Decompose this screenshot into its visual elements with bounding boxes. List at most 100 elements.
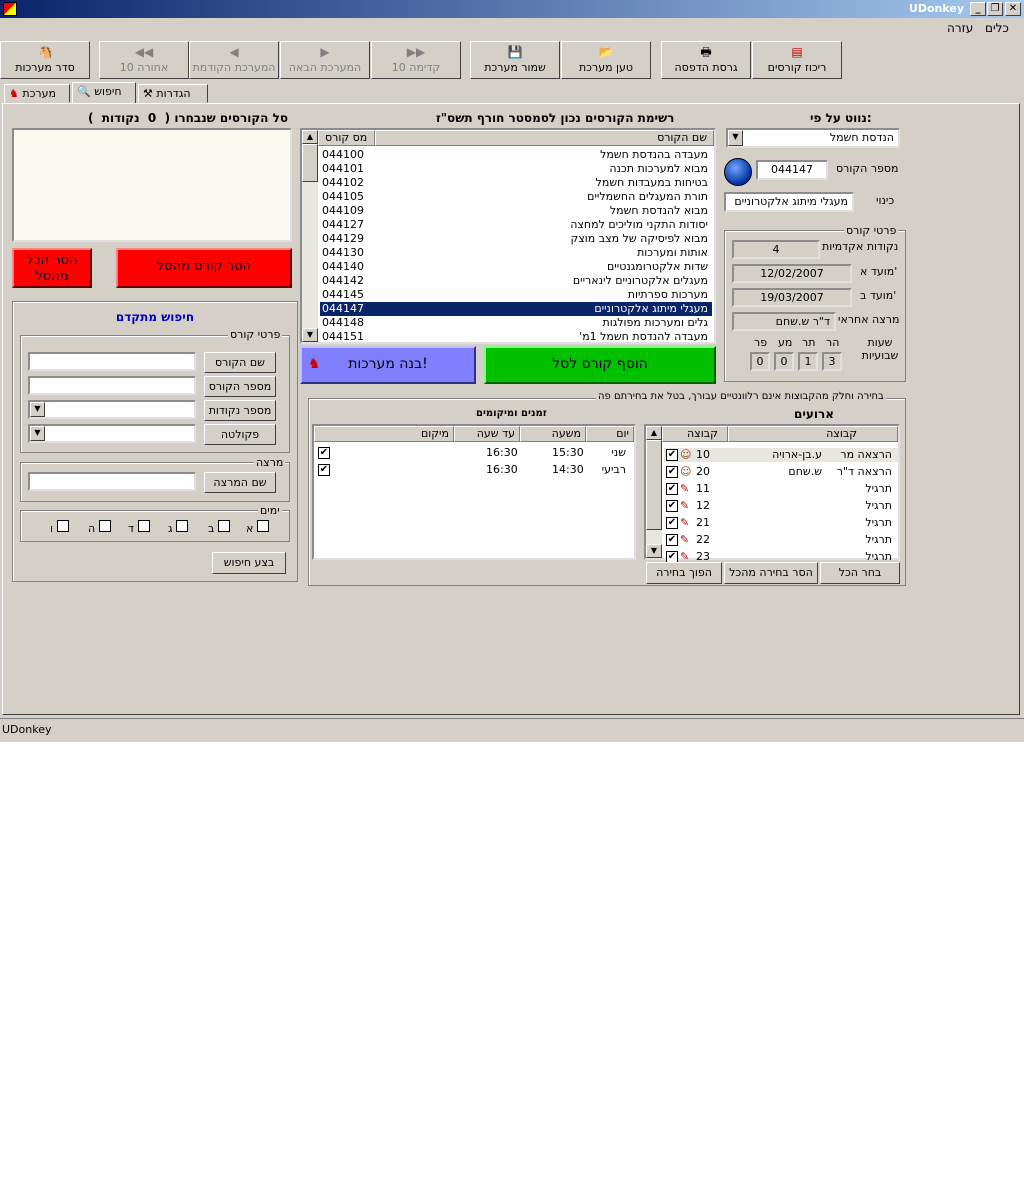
build-schedules-button[interactable]: 🐴 סדר מערכות: [0, 41, 90, 79]
group-checkbox[interactable]: ✔: [666, 483, 678, 495]
course-row[interactable]: 044130 אותות ומערכות: [320, 246, 712, 260]
time-row[interactable]: ✔ 16:30 15:30 שני: [316, 446, 632, 460]
close-icon[interactable]: ✕: [1005, 2, 1021, 16]
tab-schedule[interactable]: ♞ מערכת: [4, 84, 70, 103]
time-checkbox[interactable]: ✔: [318, 447, 330, 459]
group-checkbox[interactable]: ✔: [666, 449, 678, 461]
course-row[interactable]: 044140 שדות אלקטרומגנטיים: [320, 260, 712, 274]
groups-scrollbar[interactable]: ▲ ▼: [646, 426, 662, 558]
group-row[interactable]: ✔ ☺ 20 ש.שחם הרצאה ד"ר: [664, 465, 898, 479]
add-to-basket-button[interactable]: הוסף קורס לסל: [484, 346, 716, 384]
menu-tools[interactable]: כלים: [985, 21, 1009, 35]
chevron-down-icon[interactable]: ▼: [30, 402, 45, 417]
course-row[interactable]: 044145 מערכות ספרתיות: [320, 288, 712, 302]
col-from[interactable]: משעה: [520, 426, 586, 442]
scroll-up-icon[interactable]: ▲: [646, 426, 662, 440]
chevron-down-icon[interactable]: ▼: [728, 130, 743, 146]
basket-list[interactable]: [12, 128, 292, 242]
course-nickname-field[interactable]: מעגלי מיתוג אלקטרוניים: [724, 192, 854, 212]
checkbox[interactable]: [256, 520, 269, 532]
print-version-button[interactable]: 🖶 גרסת הדפסה: [661, 41, 751, 79]
save-schedule-button[interactable]: 💾 שמור מערכת: [470, 41, 560, 79]
group-row[interactable]: ✔ ✎ 21 תרגיל: [664, 516, 898, 530]
course-row[interactable]: 044148 גלים ומערכות מפולגות: [320, 316, 712, 330]
course-row[interactable]: 044129 מבוא לפיסיקה של מצב מוצק: [320, 232, 712, 246]
build-schedules-big-button[interactable]: ♞ בנה מערכות!: [300, 346, 476, 384]
restore-icon[interactable]: ❐: [987, 2, 1003, 16]
course-row[interactable]: 044101 מבוא למערכות תכנה: [320, 162, 712, 176]
do-search-button[interactable]: בצע חיפוש: [212, 552, 286, 574]
checkbox[interactable]: [137, 520, 150, 532]
course-row[interactable]: 044127 יסודות התקני מוליכים למחצה: [320, 218, 712, 232]
menu-help[interactable]: עזרה: [947, 21, 973, 35]
faculty-select[interactable]: ▼: [28, 424, 196, 443]
day-checkbox-a[interactable]: א: [246, 520, 269, 535]
course-number-field[interactable]: 044147: [756, 160, 828, 180]
day-checkbox-d[interactable]: ד: [128, 520, 150, 535]
course-list-scrollbar[interactable]: ▲ ▼: [302, 130, 318, 342]
group-row[interactable]: ✔ ✎ 22 תרגיל: [664, 533, 898, 547]
checkbox[interactable]: [217, 520, 230, 532]
group-checkbox[interactable]: ✔: [666, 517, 678, 529]
col-day[interactable]: יום: [586, 426, 634, 442]
lecturer-name-input[interactable]: [28, 472, 196, 491]
col-course-name[interactable]: שם הקורס: [375, 130, 714, 146]
day-checkbox-b[interactable]: ב: [208, 520, 230, 535]
select-all-button[interactable]: בחר הכל: [820, 562, 900, 584]
scroll-down-icon[interactable]: ▼: [646, 544, 662, 558]
points-select[interactable]: ▼: [28, 400, 196, 419]
times-list[interactable]: מיקום עד שעה משעה יום ✔ 16:30 15:30 שני ✔ 16:…: [312, 424, 636, 560]
invert-selection-button[interactable]: הפוך בחירה: [646, 562, 722, 584]
course-name-input[interactable]: [28, 352, 196, 371]
course-summary-button[interactable]: ▤ ריכוז קורסים: [752, 41, 842, 79]
forward-10-button[interactable]: ▶▶ קדימה 10: [371, 41, 461, 79]
course-row[interactable]: 044142 מעגלים אלקטרוניים לינאריים: [320, 274, 712, 288]
tab-search[interactable]: 🔍 חיפוש: [72, 82, 136, 104]
day-checkbox-c[interactable]: ג: [168, 520, 189, 535]
group-checkbox[interactable]: ✔: [666, 466, 678, 478]
load-schedule-button[interactable]: 📂 טען מערכת: [561, 41, 651, 79]
time-row[interactable]: ✔ 16:30 14:30 רביעי: [316, 463, 632, 477]
remove-course-button[interactable]: הסר קורס מהסל: [116, 248, 292, 288]
group-checkbox[interactable]: ✔: [666, 500, 678, 512]
course-number-cell: 044105: [322, 190, 364, 203]
course-row[interactable]: 044151 מעבדה להנדסת חשמל 1מ': [320, 330, 712, 344]
scroll-thumb[interactable]: [302, 144, 318, 182]
col-to[interactable]: עד שעה: [454, 426, 520, 442]
course-number-input[interactable]: [28, 376, 196, 395]
checkbox[interactable]: [176, 520, 189, 532]
group-row[interactable]: ✔ ✎ 12 תרגיל: [664, 499, 898, 513]
day-checkbox-e[interactable]: ה: [88, 520, 111, 535]
scroll-up-icon[interactable]: ▲: [302, 130, 318, 144]
checkbox[interactable]: [98, 520, 111, 532]
group-row[interactable]: ✔ ☺ 10 ע.בן-ארויה הרצאה מר: [664, 448, 898, 462]
col-place[interactable]: מיקום: [314, 426, 454, 442]
course-row[interactable]: 044109 מבוא להנדסת חשמל: [320, 204, 712, 218]
checkbox[interactable]: [56, 520, 69, 532]
scroll-thumb[interactable]: [646, 440, 662, 530]
chevron-down-icon[interactable]: ▼: [30, 426, 45, 441]
group-row[interactable]: ✔ ✎ 11 תרגיל: [664, 482, 898, 496]
groups-list[interactable]: ▲ ▼ קבוצה קבוצה ✔ ☺ 10 ע.בן-ארויה הרצאה מר ✔ ☺…: [644, 424, 900, 563]
course-row[interactable]: 044105 תורת המעגלים החשמליים: [320, 190, 712, 204]
course-list[interactable]: ▲ ▼ מס קורס שם הקורס 044100 מעבדה בהנדסת …: [300, 128, 716, 344]
course-row[interactable]: 044100 מעבדה בהנדסת חשמל: [320, 148, 712, 162]
minimize-icon[interactable]: _: [970, 2, 986, 16]
tab-settings[interactable]: ⚒ הגדרות: [138, 84, 208, 103]
col-group[interactable]: קבוצה: [728, 426, 898, 442]
course-row[interactable]: 044102 בטיחות במעבדות חשמל: [320, 176, 712, 190]
sort-select[interactable]: הנדסת חשמל ▼: [726, 128, 900, 148]
remove-all-button[interactable]: הסר הכל מהסל: [12, 248, 92, 288]
group-checkbox[interactable]: ✔: [666, 534, 678, 546]
next-schedule-button[interactable]: ▶ המערכת הבאה: [280, 41, 370, 79]
day-checkbox-f[interactable]: ו: [50, 520, 69, 535]
col-group-number[interactable]: קבוצה: [662, 426, 728, 442]
time-checkbox[interactable]: ✔: [318, 464, 330, 476]
course-row[interactable]: 044147 מעגלי מיתוג אלקטרוניים: [320, 302, 712, 316]
back-10-button[interactable]: ◀◀ אחורה 10: [99, 41, 189, 79]
col-course-number[interactable]: מס קורס: [318, 130, 375, 146]
scroll-down-icon[interactable]: ▼: [302, 328, 318, 342]
globe-icon[interactable]: [724, 158, 752, 186]
prev-schedule-button[interactable]: ◀ המערכת הקודמת: [189, 41, 279, 79]
deselect-all-button[interactable]: הסר בחירה מהכל: [724, 562, 818, 584]
